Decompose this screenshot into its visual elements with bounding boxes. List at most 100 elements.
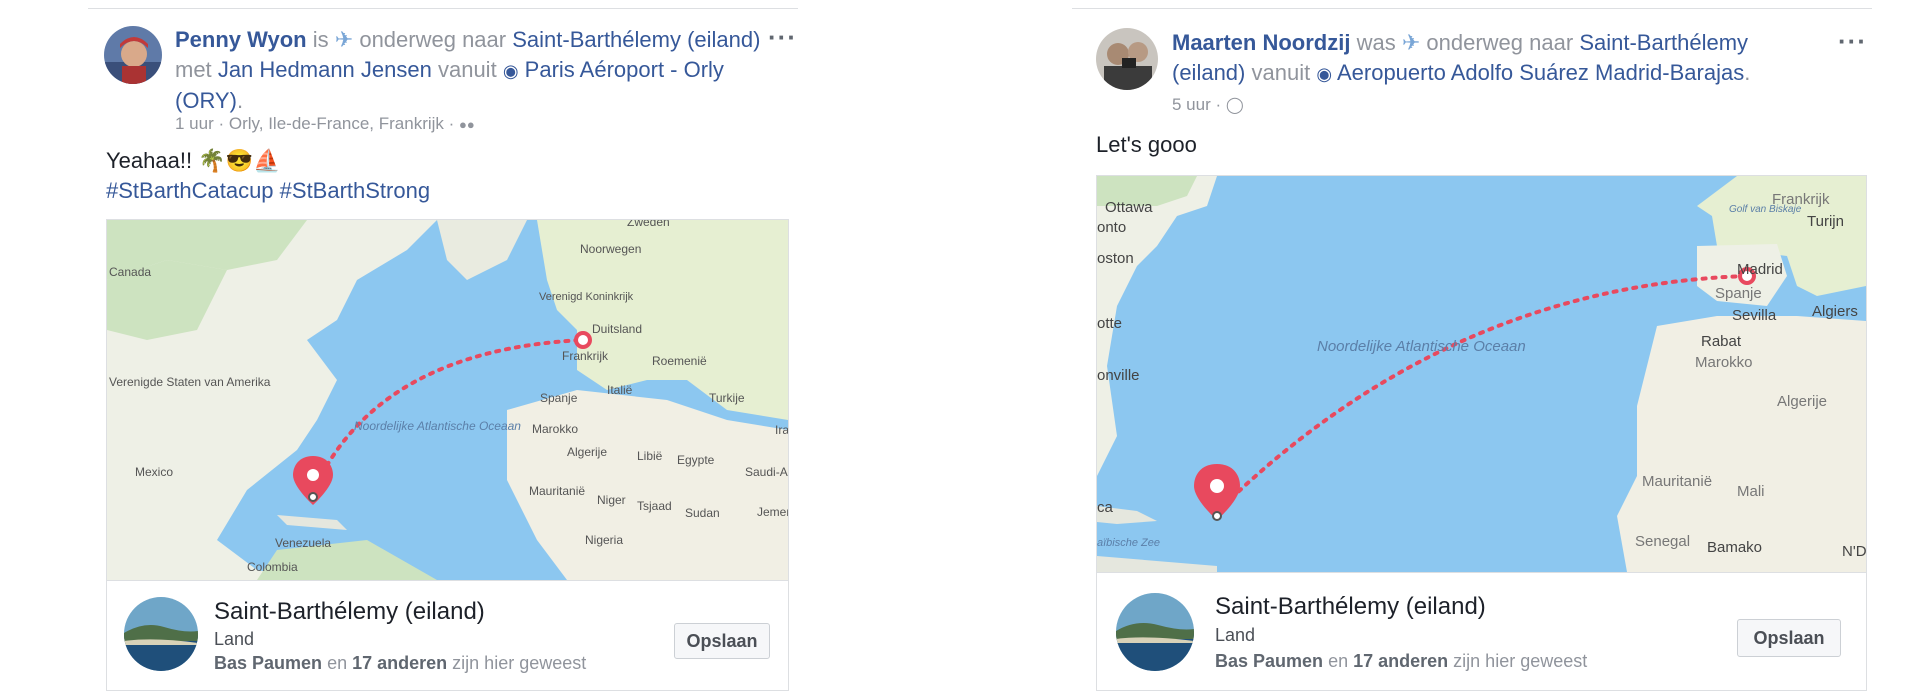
map-label: Algerije (1777, 393, 1827, 410)
place-card[interactable]: Canada Zweden Noorwegen Verenigd Koninkr… (106, 219, 789, 691)
map-label: Algerije (567, 445, 607, 459)
place-title[interactable]: Saint-Barthélemy (eiland) (1215, 593, 1486, 621)
map-label: oston (1097, 250, 1134, 267)
author-name[interactable]: Maarten Noordzij (1172, 30, 1350, 55)
status-verb: was (1356, 30, 1396, 55)
location-pin-icon: ◉ (1316, 64, 1333, 84)
map-label: Mauritanië (529, 484, 585, 498)
location-pin-icon: ◉ (502, 61, 519, 81)
map-label: Spanje (1715, 285, 1762, 302)
map-label: Niger (597, 493, 626, 507)
visitor-name[interactable]: Bas Paumen (214, 653, 322, 673)
visitor-suffix: zijn hier geweest (1453, 651, 1588, 671)
map-label: Mauritanië (1642, 473, 1712, 490)
map-label: Mexico (135, 465, 173, 479)
map-label: Noorwegen (580, 242, 641, 256)
feed-post: Maarten Noordzij was ✈ onderweg naar Sai… (960, 0, 1920, 691)
map-label: Turijn (1807, 213, 1844, 230)
companion-link[interactable]: Jan Hedmann Jensen (218, 57, 432, 82)
more-options-icon[interactable]: ··· (1838, 28, 1867, 54)
visitor-others[interactable]: 17 anderen (1353, 651, 1448, 671)
map-label: otte (1097, 315, 1122, 332)
map-label: Sevilla (1732, 307, 1777, 324)
post-meta: 1 uur · Orly, Ile-de-France, Frankrijk ·… (175, 114, 475, 134)
map-label: Verenigd Koninkrijk (539, 291, 634, 303)
map-label: Mali (1737, 483, 1765, 500)
post-text: Yeahaa!! 🌴😎⛵ #StBarthCatacup #StBarthStr… (106, 146, 430, 206)
map-label: Tsjaad (637, 499, 672, 513)
place-card[interactable]: Ottawa onto oston otte onville Noordelij… (1096, 175, 1867, 691)
route-map[interactable]: Canada Zweden Noorwegen Verenigd Koninkr… (107, 220, 788, 580)
map-label: Verenigde Staten van Amerika (109, 375, 271, 389)
map-label: Spanje (540, 391, 578, 405)
airplane-icon: ✈ (334, 27, 354, 52)
map-label: Ottawa (1105, 199, 1153, 216)
map-label: aïbische Zee (1097, 537, 1160, 549)
map-label: Sudan (685, 506, 720, 520)
map-label: Roemenië (652, 354, 707, 368)
map-label: Zweden (627, 220, 670, 229)
visitor-and: en (1328, 651, 1349, 671)
place-thumbnail[interactable] (1116, 593, 1194, 671)
visitor-and: en (327, 653, 348, 673)
place-info[interactable]: Saint-Barthélemy (eiland) Land Bas Paume… (1097, 572, 1866, 690)
globe-icon: ◯ (1225, 97, 1244, 114)
map-label: ca (1097, 499, 1114, 516)
friends-icon: ●● (459, 117, 475, 132)
map-label: Golf van Biskaje (1729, 204, 1802, 215)
author-name[interactable]: Penny Wyon (175, 27, 307, 52)
map-label: Egypte (677, 453, 715, 467)
timestamp[interactable]: 5 uur · (1172, 95, 1221, 114)
post-header: Penny Wyon is ✈ onderweg naar Saint-Bart… (175, 27, 761, 113)
place-thumbnail[interactable] (124, 597, 198, 671)
map-label: Libië (637, 449, 663, 463)
place-visitors: Bas Paumen en 17 anderen zijn hier gewee… (1215, 651, 1587, 672)
route-map[interactable]: Ottawa onto oston otte onville Noordelij… (1097, 176, 1866, 572)
map-label: Venezuela (275, 536, 331, 550)
visitor-suffix: zijn hier geweest (452, 653, 587, 673)
map-label: Noordelijke Atlantische Oceaan (354, 419, 521, 433)
post-text: Let's gooo (1096, 130, 1197, 160)
map-label: Bamako (1707, 539, 1762, 556)
place-category: Land (214, 629, 255, 649)
timestamp-location[interactable]: 1 uur · Orly, Ile-de-France, Frankrijk · (175, 114, 454, 133)
origin-link[interactable]: Aeropuerto Adolfo Suárez Madrid-Barajas (1337, 60, 1744, 85)
map-label: Algiers (1812, 303, 1858, 320)
map-label: Jemen (757, 505, 788, 519)
map-label: onville (1097, 367, 1140, 384)
map-label: Duitsland (592, 322, 642, 336)
post-text-line: Yeahaa!! 🌴😎⛵ (106, 148, 281, 173)
place-category: Land (1215, 625, 1256, 645)
place-title[interactable]: Saint-Barthélemy (eiland) (214, 598, 485, 626)
save-button[interactable]: Opslaan (1737, 619, 1841, 657)
map-label: Frankrijk (562, 349, 609, 363)
map-label: Rabat (1701, 333, 1742, 350)
travel-phrase: onderweg naar (1426, 30, 1574, 55)
hashtags[interactable]: #StBarthCatacup #StBarthStrong (106, 176, 430, 206)
map-label: Irak (775, 423, 788, 437)
from-word: vanuit (1251, 60, 1311, 85)
map-label: Marokko (532, 422, 578, 436)
save-button[interactable]: Opslaan (674, 623, 770, 659)
visitor-name[interactable]: Bas Paumen (1215, 651, 1323, 671)
map-label: Marokko (1695, 354, 1753, 371)
map-label: Italië (607, 383, 633, 397)
map-label: Nigeria (585, 533, 623, 547)
visitor-others[interactable]: 17 anderen (352, 653, 447, 673)
map-label: Colombia (247, 560, 298, 574)
destination-link[interactable]: Saint-Barthélemy (eiland) (512, 27, 760, 52)
place-visitors: Bas Paumen en 17 anderen zijn hier gewee… (214, 653, 586, 674)
post-meta: 5 uur · ◯ (1172, 95, 1244, 115)
place-info[interactable]: Saint-Barthélemy (eiland) Land Bas Paume… (107, 580, 788, 690)
map-label: Turkije (709, 391, 745, 405)
map-label: Senegal (1635, 533, 1690, 550)
avatar[interactable] (1096, 28, 1158, 90)
post-text-line: Let's gooo (1096, 132, 1197, 157)
map-label: Saudi-Arabië (745, 465, 788, 479)
feed-post: Penny Wyon is ✈ onderweg naar Saint-Bart… (0, 0, 960, 691)
more-options-icon[interactable]: ··· (768, 24, 797, 50)
travel-phrase: onderweg naar (359, 27, 507, 52)
map-label: Madrid (1737, 261, 1783, 278)
map-label: Canada (109, 265, 151, 279)
avatar[interactable] (104, 26, 162, 84)
